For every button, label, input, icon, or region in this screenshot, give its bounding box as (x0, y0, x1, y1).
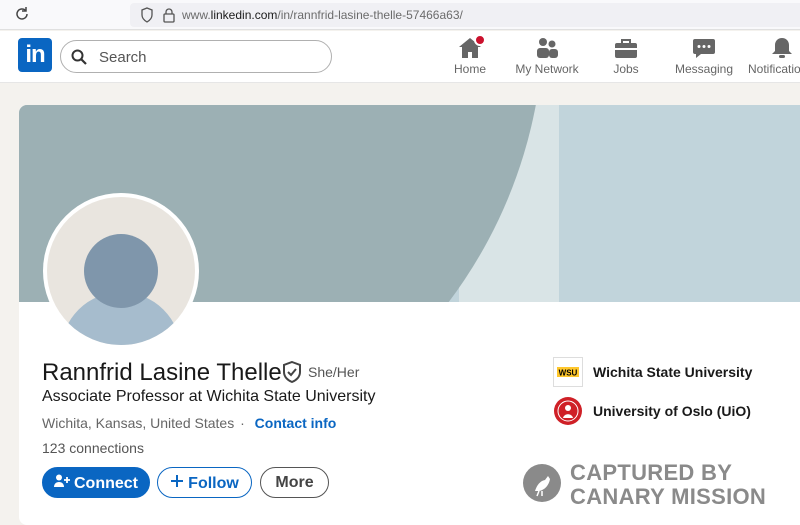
verified-shield-icon[interactable] (282, 360, 302, 384)
avatar-placeholder (47, 197, 195, 345)
profile-headline: Associate Professor at Wichita State Uni… (42, 388, 376, 405)
follow-button[interactable]: Follow (157, 467, 252, 498)
plus-icon (170, 468, 184, 497)
url-text[interactable]: www.linkedin.com/in/rannfrid-lasine-thel… (182, 8, 463, 22)
canary-mission-watermark: CAPTURED BY CANARY MISSION (523, 460, 783, 520)
search-box[interactable] (60, 40, 332, 73)
linkedin-top-nav: in Home My Network Jobs Messaging (0, 31, 800, 83)
watermark-line-2: CANARY MISSION (570, 484, 767, 509)
wsu-shocker-logo: WSU (553, 357, 583, 387)
connect-button[interactable]: Connect (42, 467, 150, 498)
home-icon (458, 34, 486, 59)
nav-notifications[interactable]: Notifications (748, 37, 800, 81)
more-button[interactable]: More (260, 467, 329, 498)
shield-icon[interactable] (140, 7, 154, 23)
pronouns: She/Her (308, 364, 360, 380)
nav-jobs[interactable]: Jobs (606, 37, 646, 81)
profile-location: Wichita, Kansas, United States (42, 415, 235, 431)
watermark-line-1: CAPTURED BY (570, 460, 733, 485)
nav-home[interactable]: Home (448, 34, 492, 81)
nav-label-my-network: My Network (515, 62, 579, 76)
chat-icon (692, 37, 716, 59)
profile-name: Rannfrid Lasine Thelle (42, 359, 282, 386)
nav-label-notifications: Notifications (748, 62, 800, 76)
org-name: University of Oslo (UiO) (593, 403, 751, 419)
url-domain: linkedin.com (210, 8, 278, 22)
avatar[interactable] (43, 193, 199, 349)
url-path: /in/rannfrid-lasine-thelle-57466a63/ (277, 8, 463, 22)
org-name: Wichita State University (593, 364, 753, 380)
network-icon (535, 37, 559, 59)
avatar-head-shape (84, 234, 158, 308)
separator: · (240, 415, 245, 431)
nav-messaging[interactable]: Messaging (672, 37, 736, 81)
follow-label: Follow (188, 475, 239, 492)
address-bar[interactable]: www.linkedin.com/in/rannfrid-lasine-thel… (130, 3, 800, 27)
browser-toolbar: www.linkedin.com/in/rannfrid-lasine-thel… (0, 0, 800, 30)
location-line: Wichita, Kansas, United States · Contact… (42, 415, 336, 431)
briefcase-icon (614, 37, 638, 59)
contact-info-link[interactable]: Contact info (255, 415, 337, 431)
reload-icon[interactable] (14, 6, 30, 22)
search-icon (71, 49, 87, 65)
lock-icon[interactable] (162, 7, 176, 23)
bird-logo-icon (523, 464, 561, 502)
uio-seal-logo (553, 396, 583, 426)
linkedin-logo[interactable]: in (18, 38, 52, 72)
nav-my-network[interactable]: My Network (512, 37, 582, 81)
profile-card: Rannfrid Lasine Thelle She/Her Associate… (19, 105, 800, 525)
connect-label: Connect (74, 475, 138, 492)
notification-dot (474, 34, 486, 46)
nav-label-jobs: Jobs (613, 62, 639, 76)
connections-count: 123 connections (42, 440, 144, 456)
url-prefix: www. (182, 8, 211, 22)
add-person-icon (54, 468, 70, 497)
svg-text:WSU: WSU (559, 369, 578, 378)
nav-label-messaging: Messaging (674, 62, 734, 76)
search-input[interactable] (99, 47, 319, 67)
bell-icon (770, 37, 794, 59)
nav-label-home: Home (453, 62, 486, 76)
